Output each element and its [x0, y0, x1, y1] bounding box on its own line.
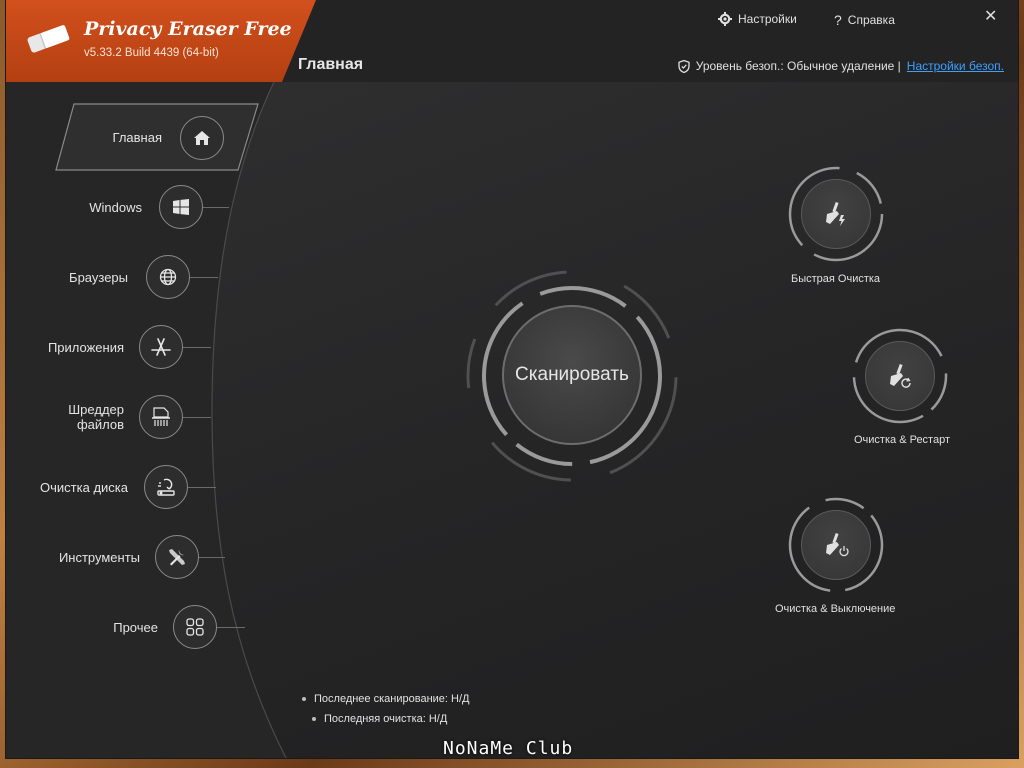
help-menu[interactable]: ? Справка	[834, 12, 895, 28]
globe-icon	[146, 255, 190, 299]
security-settings-link[interactable]: Настройки безоп.	[907, 59, 1004, 73]
scan-button[interactable]: Сканировать	[502, 305, 642, 445]
disk-wipe-icon	[144, 465, 188, 509]
settings-label: Настройки	[738, 12, 797, 26]
last-scan-text: Последнее сканирование: Н/Д	[314, 693, 470, 705]
shield-icon	[678, 59, 690, 73]
watermark: NoNaMe Club	[443, 738, 574, 759]
broom-restart-icon	[890, 363, 911, 388]
logo-panel: Privacy Eraser Free v5.33.2 Build 4439 (…	[6, 0, 316, 82]
security-level: Уровень безоп.: Обычное удаление | Настр…	[678, 59, 1004, 73]
connector-line	[203, 207, 229, 208]
home-icon	[180, 116, 224, 160]
gear-icon	[718, 12, 732, 26]
last-clean-status: Последняя очистка: Н/Д	[312, 713, 447, 725]
question-icon: ?	[834, 12, 842, 28]
close-button[interactable]: ✕	[984, 6, 997, 26]
connector-line	[217, 627, 245, 628]
broom-lightning-icon	[826, 201, 845, 226]
last-scan-status: Последнее сканирование: Н/Д	[302, 693, 469, 705]
broom-power-icon	[826, 532, 849, 557]
app-version: v5.33.2 Build 4439 (64-bit)	[84, 47, 219, 59]
sidebar-item-label: Инструменты	[58, 550, 140, 565]
sidebar-item-label: Очистка диска	[40, 480, 128, 495]
tools-icon	[155, 535, 199, 579]
clean-restart-button[interactable]	[865, 341, 935, 411]
eraser-logo-icon	[24, 22, 72, 59]
clean-restart-label: Очистка & Рестарт	[854, 434, 951, 446]
windows-icon	[159, 185, 203, 229]
app-store-icon	[139, 325, 183, 369]
sidebar-item-label: Браузеры	[69, 270, 128, 285]
sidebar-item-label: Windows	[89, 200, 142, 215]
last-clean-text: Последняя очистка: Н/Д	[324, 713, 448, 725]
connector-line	[199, 557, 225, 558]
shredder-icon	[139, 395, 183, 439]
bullet-icon	[302, 697, 306, 701]
connector-line	[190, 277, 218, 278]
sidebar-item-label: Главная	[112, 130, 162, 145]
connector-line	[183, 347, 211, 348]
help-label: Справка	[847, 13, 895, 27]
app-window: Privacy Eraser Free v5.33.2 Build 4439 (…	[6, 0, 1018, 758]
sidebar-item-label: Шреддер файлов	[68, 402, 124, 432]
bullet-icon	[312, 717, 316, 721]
app-title: Privacy Eraser Free	[84, 18, 292, 40]
quick-clean-label: Быстрая Очистка	[791, 273, 881, 285]
clean-shutdown-label: Очистка & Выключение	[775, 603, 896, 615]
security-level-text: Уровень безоп.: Обычное удаление |	[695, 59, 901, 73]
connector-line	[188, 487, 216, 488]
page-title: Главная	[298, 56, 364, 73]
grid-icon	[173, 605, 217, 649]
clean-shutdown-button[interactable]	[801, 510, 871, 580]
quick-clean-button[interactable]	[801, 179, 871, 249]
sidebar-item-label: Приложения	[47, 340, 124, 355]
connector-line	[183, 417, 211, 418]
sidebar-item-label: Прочее	[113, 620, 158, 635]
settings-menu[interactable]: Настройки	[718, 12, 797, 26]
